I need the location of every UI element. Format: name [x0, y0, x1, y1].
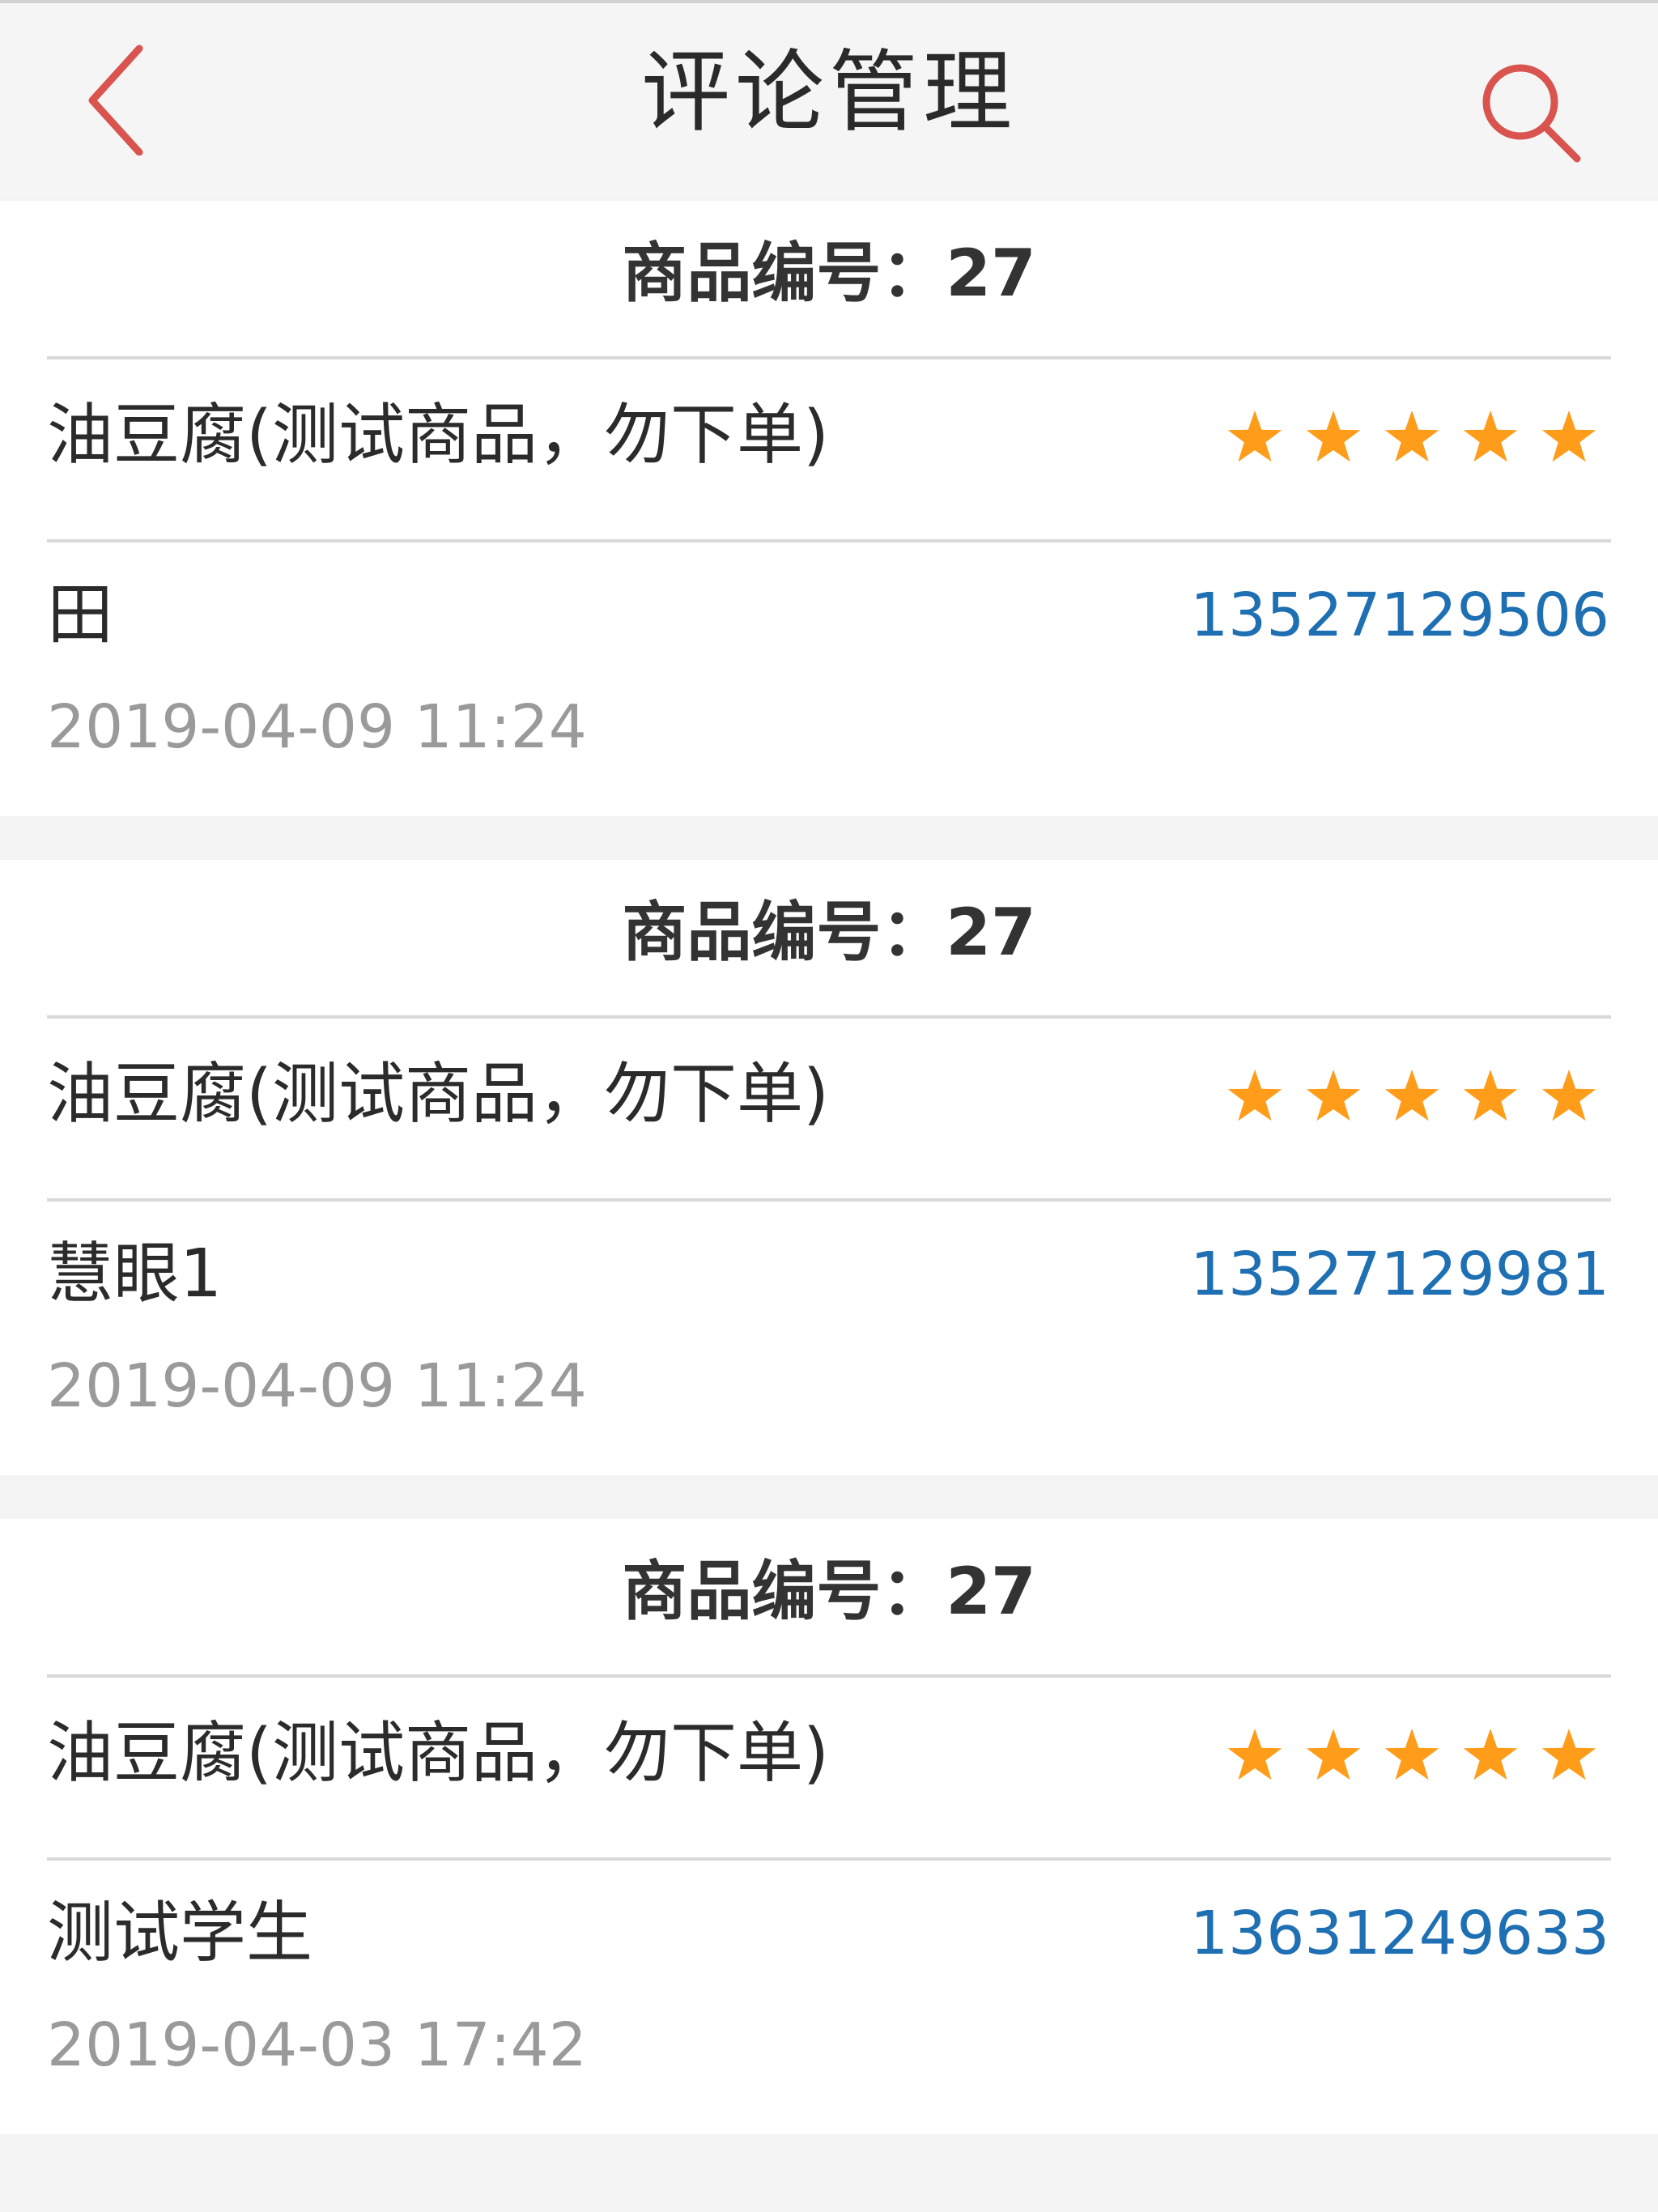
phone-link[interactable]: 13631249633 — [1190, 1893, 1609, 1974]
star-icon — [1227, 410, 1282, 462]
divider — [47, 1857, 1611, 1861]
star-icon — [1541, 1729, 1596, 1780]
rating-stars — [1226, 408, 1623, 470]
reviewer-name: 田 — [47, 576, 114, 653]
search-button[interactable] — [1473, 55, 1587, 168]
star-icon — [1306, 410, 1361, 462]
star-icon — [1384, 1070, 1439, 1121]
app-header: 评论管理 — [0, 3, 1658, 198]
star-icon — [1463, 1070, 1518, 1121]
rating-stars — [1226, 1067, 1623, 1129]
phone-link[interactable]: 13527129506 — [1190, 575, 1609, 656]
divider — [47, 1674, 1611, 1678]
star-icon — [1463, 1729, 1518, 1780]
rating-stars — [1226, 1726, 1623, 1788]
review-card[interactable]: 商品编号：27 油豆腐(测试商品，勿下单) 测试学生 13631249633 2… — [0, 1519, 1658, 2134]
product-id-label: 商品编号：27 — [622, 1554, 1036, 1629]
reviewer-name: 慧眼1 — [47, 1236, 223, 1312]
star-icon — [1227, 1729, 1282, 1780]
star-icon — [1541, 1070, 1596, 1121]
reviewer-name: 测试学生 — [47, 1895, 313, 1972]
divider — [47, 1015, 1611, 1019]
page-title: 评论管理 — [641, 40, 1017, 144]
star-icon — [1541, 410, 1596, 462]
star-icon — [1227, 1070, 1282, 1121]
product-id-label: 商品编号：27 — [622, 236, 1036, 311]
star-icon — [1384, 1729, 1439, 1780]
product-id-label: 商品编号：27 — [622, 895, 1036, 970]
star-icon — [1463, 410, 1518, 462]
divider — [47, 356, 1611, 359]
star-icon — [1384, 410, 1439, 462]
star-icon — [1306, 1729, 1361, 1780]
review-card[interactable]: 商品编号：27 油豆腐(测试商品，勿下单) 田 13527129506 2019… — [0, 201, 1658, 816]
star-icon — [1306, 1070, 1361, 1121]
product-name: 油豆腐(测试商品，勿下单) — [47, 397, 829, 474]
search-icon — [1482, 64, 1581, 163]
product-name: 油豆腐(测试商品，勿下单) — [47, 1056, 829, 1133]
phone-link[interactable]: 13527129981 — [1190, 1234, 1609, 1315]
review-card[interactable]: 商品编号：27 油豆腐(测试商品，勿下单) 慧眼1 13527129981 20… — [0, 860, 1658, 1475]
review-time: 2019-04-09 11:24 — [47, 1351, 587, 1421]
review-time: 2019-04-03 17:42 — [47, 2010, 587, 2080]
product-name: 油豆腐(测试商品，勿下单) — [47, 1715, 829, 1792]
divider — [47, 539, 1611, 542]
divider — [47, 1198, 1611, 1202]
review-time: 2019-04-09 11:24 — [47, 692, 587, 762]
